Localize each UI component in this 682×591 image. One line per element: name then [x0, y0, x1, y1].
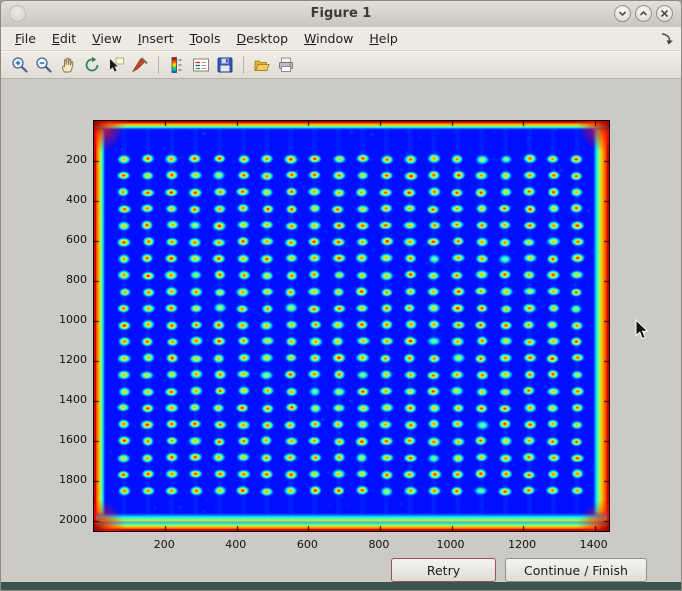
menu-item-tools[interactable]: Tools	[182, 28, 229, 50]
x-tick-label: 600	[287, 539, 327, 551]
minimize-button[interactable]	[614, 5, 631, 22]
x-tick-label: 400	[216, 539, 256, 551]
close-icon	[660, 9, 669, 18]
y-tick-label: 2000	[43, 514, 87, 526]
zoom-in-button[interactable]	[9, 54, 31, 76]
y-tick-label: 800	[43, 274, 87, 286]
chevron-down-icon	[618, 9, 627, 18]
toolbar-separator	[158, 56, 159, 74]
x-tick-label: 1400	[574, 539, 614, 551]
toolbar	[1, 51, 681, 79]
menu-item-desktop[interactable]: Desktop	[228, 28, 296, 50]
y-tick-label: 400	[43, 194, 87, 206]
menubar: File Edit View Insert Tools Desktop Wind…	[1, 27, 681, 51]
y-tick-label: 1000	[43, 314, 87, 326]
arrow-cursor-icon	[635, 319, 650, 341]
menu-item-file[interactable]: File	[7, 28, 44, 50]
y-tick-label: 1800	[43, 474, 87, 486]
menu-item-edit[interactable]: Edit	[44, 28, 84, 50]
print-figure-button[interactable]	[275, 54, 297, 76]
titlebar[interactable]: Figure 1	[1, 1, 681, 28]
y-tick-label: 200	[43, 154, 87, 166]
menu-item-view[interactable]: View	[84, 28, 130, 50]
window-title: Figure 1	[1, 6, 681, 21]
save-icon	[215, 55, 235, 75]
printer-icon	[276, 55, 296, 75]
data-cursor-button[interactable]	[105, 54, 127, 76]
menu-item-window[interactable]: Window	[296, 28, 361, 50]
toolbar-separator	[243, 56, 244, 74]
brush-button[interactable]	[129, 54, 151, 76]
zoom-out-button[interactable]	[33, 54, 55, 76]
mouse-cursor	[635, 319, 650, 341]
plot-image	[94, 121, 609, 531]
x-tick-label: 1200	[502, 539, 542, 551]
y-tick-label: 1600	[43, 434, 87, 446]
figure-window: Figure 1 File Edit View Insert Tools Des…	[0, 0, 682, 591]
zoom-in-icon	[10, 55, 30, 75]
zoom-out-icon	[34, 55, 54, 75]
curved-arrow-icon	[659, 31, 675, 47]
pan-button[interactable]	[57, 54, 79, 76]
bottom-strip	[1, 582, 681, 590]
open-file-button[interactable]	[251, 54, 273, 76]
rotate-3d-button[interactable]	[81, 54, 103, 76]
data-cursor-icon	[106, 55, 126, 75]
figure-canvas: Retry Continue / Finish 200 400 600 800 1000…	[1, 79, 681, 582]
y-tick-label: 600	[43, 234, 87, 246]
dock-figure-icon[interactable]	[659, 31, 675, 47]
hand-icon	[58, 55, 78, 75]
close-button[interactable]	[656, 5, 673, 22]
y-tick-label: 1400	[43, 394, 87, 406]
rotate-icon	[82, 55, 102, 75]
chevron-up-icon	[639, 9, 648, 18]
continue-finish-button[interactable]: Continue / Finish	[505, 558, 647, 582]
insert-legend-button[interactable]	[190, 54, 212, 76]
legend-icon	[191, 55, 211, 75]
brush-icon	[130, 55, 150, 75]
x-tick-label: 200	[144, 539, 184, 551]
x-tick-label: 1000	[431, 539, 471, 551]
y-tick-label: 1200	[43, 354, 87, 366]
x-tick-label: 800	[359, 539, 399, 551]
menu-item-insert[interactable]: Insert	[130, 28, 182, 50]
window-controls	[614, 5, 673, 22]
plot-frame	[93, 120, 610, 532]
colorbar-icon	[167, 55, 187, 75]
maximize-button[interactable]	[635, 5, 652, 22]
retry-button[interactable]: Retry	[391, 558, 496, 582]
menu-item-help[interactable]: Help	[361, 28, 406, 50]
save-figure-button[interactable]	[214, 54, 236, 76]
folder-open-icon	[252, 55, 272, 75]
insert-colorbar-button[interactable]	[166, 54, 188, 76]
